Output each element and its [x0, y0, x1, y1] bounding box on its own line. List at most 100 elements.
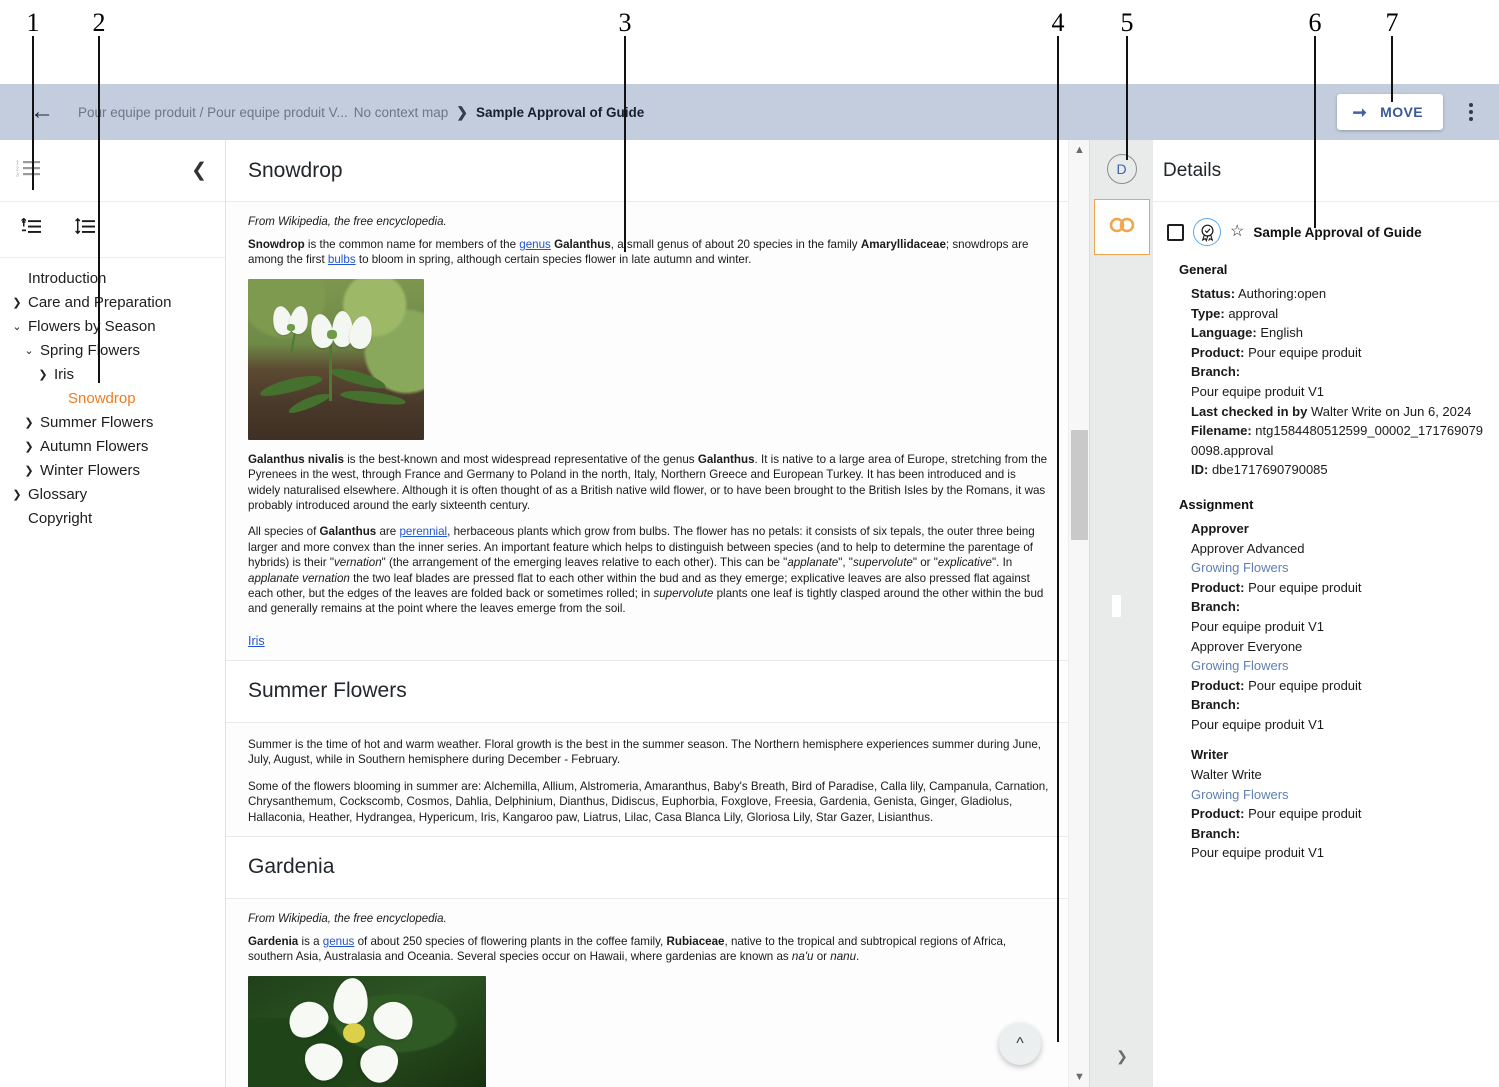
type-label: Type: — [1191, 305, 1225, 321]
callout-number-3: 3 — [618, 8, 632, 37]
status-label: Status: — [1191, 286, 1236, 301]
checked-in-field: Last checked in by Walter Write on Jun 6… — [1191, 402, 1487, 422]
sidebar-item-label: Care and Preparation — [28, 293, 172, 311]
sidebar-item-autumn-flowers[interactable]: ❯ Autumn Flowers — [0, 434, 225, 458]
approver1-group-link[interactable]: Growing Flowers — [1191, 558, 1487, 578]
sidebar-item-winter-flowers[interactable]: ❯ Winter Flowers — [0, 458, 225, 482]
document-body: From Wikipedia, the free encyclopedia. S… — [226, 202, 1068, 660]
breadcrumb-context-map[interactable]: No context map — [354, 105, 449, 120]
page-title: Snowdrop — [248, 158, 343, 182]
move-button[interactable]: ➞ MOVE — [1336, 94, 1443, 130]
product-field: Product: Pour equipe produit — [1191, 343, 1487, 363]
chevron-right-icon[interactable]: ❯ — [10, 488, 24, 501]
top-toolbar: ← Pour equipe produit / Pour equipe prod… — [0, 84, 1499, 140]
scrollbar-up-arrow[interactable]: ▲ — [1069, 140, 1089, 160]
scrollbar-down-arrow[interactable]: ▼ — [1069, 1067, 1089, 1087]
scroll-to-top-button[interactable]: ^ — [999, 1023, 1041, 1065]
sidebar-item-spring-flowers[interactable]: ⌄ Spring Flowers — [0, 338, 225, 362]
details-doc-row: ☆ Sample Approval of Guide — [1167, 218, 1487, 246]
chevron-right-icon[interactable]: ❯ — [22, 416, 36, 429]
sidebar-item-snowdrop[interactable]: ❯Snowdrop — [0, 386, 225, 410]
move-button-label: MOVE — [1380, 104, 1423, 120]
svg-text:3: 3 — [16, 173, 19, 179]
text: ", " — [838, 556, 853, 570]
sidebar-item-introduction[interactable]: ❯Introduction — [0, 266, 225, 290]
gardenia-genus-link[interactable]: genus — [323, 935, 355, 948]
text: are — [376, 525, 400, 539]
sidebar-item-label: Spring Flowers — [40, 341, 141, 359]
document-scrollbar[interactable]: ▲ ▼ — [1068, 140, 1089, 1087]
callout-number-5: 5 — [1120, 8, 1134, 37]
chevron-down-icon[interactable]: ⌄ — [10, 320, 24, 333]
approver1-branch-label: Branch: — [1191, 599, 1241, 615]
perennial-link[interactable]: perennial — [399, 525, 447, 538]
avatar[interactable]: D — [1106, 154, 1137, 184]
approver1-branch-value: Pour equipe produit V1 — [1191, 618, 1324, 634]
document-panel: Snowdrop From Wikipedia, the free encycl… — [226, 140, 1089, 1087]
summer-flowers-body: Summer is the time of hot and warm weath… — [226, 723, 1068, 825]
approver2-branch: Branch: — [1191, 695, 1487, 715]
select-document-checkbox[interactable] — [1167, 223, 1184, 241]
approver2-product-value: Pour equipe produit — [1244, 677, 1362, 693]
expand-all-icon[interactable] — [74, 217, 96, 241]
sidebar-item-summer-flowers[interactable]: ❯ Summer Flowers — [0, 410, 225, 434]
summer-flowers-title-bar: Summer Flowers — [226, 660, 1068, 723]
more-vertical-icon[interactable] — [1457, 95, 1485, 129]
sidebar-item-label: Summer Flowers — [40, 413, 154, 431]
branch-field: Branch: — [1191, 362, 1487, 382]
text: , a small genus of about 20 species in t… — [610, 238, 861, 251]
sidebar-item-glossary[interactable]: ❯ Glossary — [0, 482, 225, 506]
expand-rail-icon[interactable]: ❯ — [1090, 1043, 1154, 1069]
star-outline-icon[interactable]: ☆ — [1230, 224, 1244, 240]
term-amaryllidaceae: Amaryllidaceae — [860, 238, 946, 251]
chevron-right-icon[interactable]: ❯ — [36, 368, 50, 381]
chevron-up-icon: ^ — [1016, 1035, 1024, 1052]
collapse-toc-icon[interactable]: ❮ — [191, 161, 207, 180]
id-value: dbe1717690790085 — [1208, 462, 1328, 478]
approver2-branch-value: Pour equipe produit V1 — [1191, 716, 1324, 732]
genus-link[interactable]: genus — [519, 238, 551, 251]
sidebar-item-label: Flowers by Season — [28, 317, 156, 335]
type-value: approval — [1224, 305, 1279, 321]
text: . — [856, 950, 860, 964]
callout-number-6: 6 — [1308, 8, 1322, 37]
sidebar-item-copyright[interactable]: ❯Copyright — [0, 506, 225, 530]
general-fields: Status: Authoring:open Type: approval La… — [1191, 284, 1487, 480]
term-galanthus-3: Galanthus — [319, 525, 377, 539]
chevron-right-icon: ❯ — [456, 103, 468, 120]
bulbs-link[interactable]: bulbs — [328, 253, 356, 266]
breadcrumb-path[interactable]: Pour equipe produit / Pour equipe produi… — [78, 105, 348, 120]
text: to bloom in spring, although certain spe… — [355, 253, 752, 267]
term-applanate: applanate — [787, 556, 839, 570]
sidebar-item-care-and-preparation[interactable]: ❯ Care and Preparation — [0, 290, 225, 314]
main-split: 1 2 3 ❮ Introduction ❯ Care and Preparat… — [0, 140, 1499, 1087]
collapse-all-icon[interactable] — [20, 217, 42, 241]
scrollbar-thumb[interactable] — [1071, 430, 1088, 540]
sidebar-item-iris[interactable]: ❯ Iris — [0, 362, 225, 386]
checked-in-value: Walter Write on Jun 6, 2024 — [1307, 403, 1472, 419]
writer-product: Product: Pour equipe produit — [1191, 804, 1487, 824]
writer-name: Walter Write — [1191, 767, 1262, 783]
back-arrow-icon[interactable]: ← — [30, 100, 54, 124]
sidebar-item-label: Iris — [54, 365, 74, 383]
writer-product-label: Product: — [1191, 806, 1245, 822]
iris-link[interactable]: Iris — [248, 634, 265, 648]
numbered-list-icon[interactable]: 1 2 3 — [16, 158, 42, 183]
approver2-group-link[interactable]: Growing Flowers — [1191, 656, 1487, 676]
chevron-right-icon[interactable]: ❯ — [10, 296, 24, 309]
filename-label: Filename: — [1191, 423, 1252, 439]
chevron-right-icon[interactable]: ❯ — [22, 440, 36, 453]
breadcrumb-current: Sample Approval of Guide — [475, 104, 645, 120]
chevron-down-icon[interactable]: ⌄ — [22, 344, 36, 357]
sidebar-item-label: Introduction — [28, 269, 107, 287]
sidebar-item-label: Winter Flowers — [40, 461, 141, 479]
term-vernation: vernation — [333, 556, 382, 570]
gardenia-heading: Gardenia — [248, 855, 335, 879]
id-field: ID: dbe1717690790085 — [1191, 460, 1487, 480]
links-tab[interactable] — [1093, 199, 1150, 255]
panel-resize-handle[interactable] — [1112, 595, 1121, 617]
sidebar-item-flowers-by-season[interactable]: ⌄ Flowers by Season — [0, 314, 225, 338]
sidebar-item-label: Glossary — [28, 485, 88, 503]
writer-group-link[interactable]: Growing Flowers — [1191, 785, 1487, 805]
chevron-right-icon[interactable]: ❯ — [22, 464, 36, 477]
